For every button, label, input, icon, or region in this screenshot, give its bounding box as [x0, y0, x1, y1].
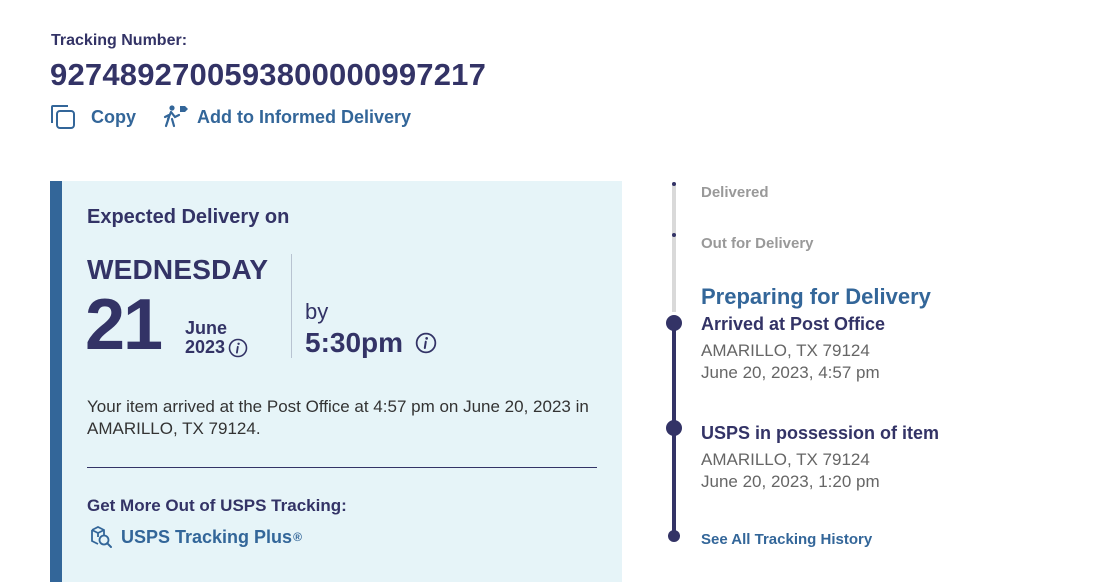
event-title: USPS in possession of item	[701, 423, 940, 443]
see-all-tracking-history-link[interactable]: See All Tracking History	[701, 531, 872, 548]
copy-label: Copy	[91, 106, 136, 127]
step-delivered: Delivered	[701, 184, 769, 201]
event-title: Arrived at Post Office	[701, 314, 886, 334]
step-preparing-for-delivery: Preparing for Delivery	[701, 284, 931, 309]
tracking-plus-label: USPS Tracking Plus	[121, 526, 293, 547]
delivery-year-row: 2023	[185, 337, 248, 358]
timeline-dot-out-for-delivery	[672, 233, 676, 237]
info-icon[interactable]	[228, 338, 248, 358]
timeline-dot-delivered	[672, 182, 676, 186]
copy-icon	[50, 104, 76, 130]
expected-delivery-title: Expected Delivery on	[87, 206, 290, 228]
timeline-future-line	[672, 184, 676, 312]
delivery-weekday: WEDNESDAY	[87, 254, 269, 285]
more-tracking-title: Get More Out of USPS Tracking:	[87, 496, 347, 515]
step-out-for-delivery: Out for Delivery	[701, 235, 814, 252]
event-datetime: June 20, 2023, 1:20 pm	[701, 472, 880, 491]
event-datetime: June 20, 2023, 4:57 pm	[701, 363, 880, 382]
tracking-number: 9274892700593800000997217	[50, 57, 487, 92]
event-location: AMARILLO, TX 79124	[701, 341, 870, 360]
timeline-dot-end	[668, 530, 680, 542]
informed-delivery-icon	[163, 104, 189, 130]
info-icon[interactable]	[415, 332, 437, 354]
tracking-timeline: Delivered Out for Delivery Preparing for…	[660, 170, 1100, 570]
tracking-number-label: Tracking Number:	[51, 32, 188, 49]
registered-mark: ®	[293, 530, 302, 544]
delivery-month: June	[185, 318, 228, 338]
timeline-dot-possession	[666, 420, 682, 436]
by-label: by	[305, 299, 329, 324]
informed-delivery-label: Add to Informed Delivery	[197, 106, 412, 127]
delivery-time: 5:30pm	[305, 327, 404, 358]
divider	[87, 467, 597, 468]
usps-tracking-plus-link[interactable]: USPS Tracking Plus ®	[89, 525, 302, 549]
delivery-time-row: 5:30pm	[305, 327, 437, 359]
delivery-year: 2023	[185, 337, 226, 357]
event-location: AMARILLO, TX 79124	[701, 450, 870, 469]
add-to-informed-delivery-button[interactable]: Add to Informed Delivery	[163, 104, 411, 130]
copy-button[interactable]: Copy	[50, 104, 136, 130]
tracking-actions: Copy Add to Informed Delivery	[50, 104, 411, 130]
arrival-message: Your item arrived at the Post Office at …	[87, 397, 589, 438]
timeline-dot-arrived	[666, 315, 682, 331]
expected-delivery-card: Expected Delivery on WEDNESDAY 21 June 2…	[50, 181, 622, 582]
date-time-divider	[291, 254, 292, 358]
delivery-day: 21	[85, 285, 163, 365]
tracking-plus-icon	[89, 525, 113, 549]
